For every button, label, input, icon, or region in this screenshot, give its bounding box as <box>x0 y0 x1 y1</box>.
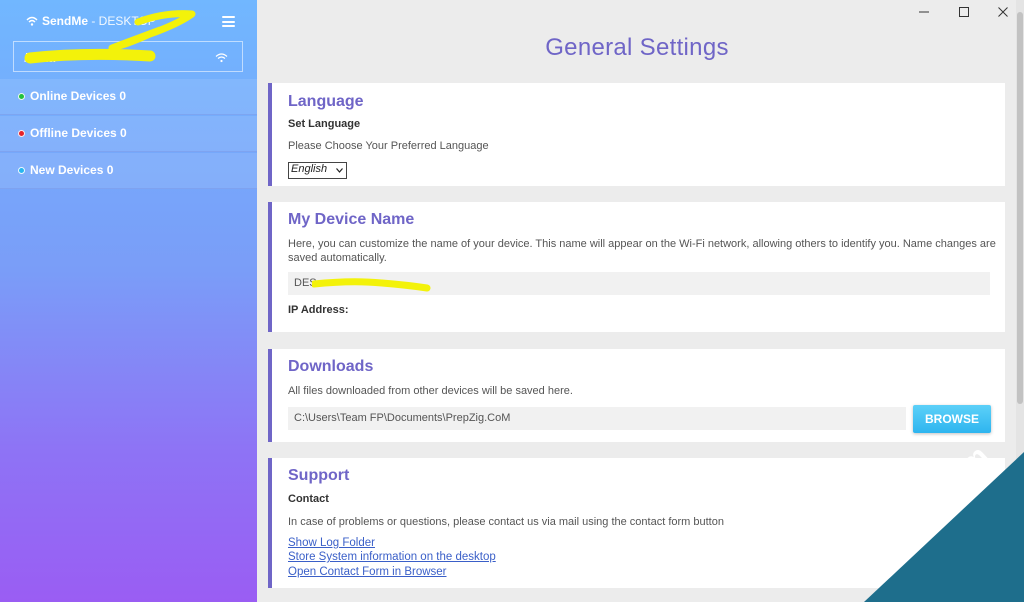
device-name-card: My Device Name Here, you can customize t… <box>268 202 1005 332</box>
language-heading: Language <box>288 93 364 110</box>
device-description: Here, you can customize the name of your… <box>288 238 996 264</box>
new-dot-icon <box>18 167 25 174</box>
show-log-folder-link[interactable]: Show Log Folder <box>288 537 375 549</box>
maximize-icon[interactable] <box>952 4 976 20</box>
support-subheading: Contact <box>288 493 329 505</box>
downloads-heading: Downloads <box>288 358 374 375</box>
sidebar: SendMe - DESKTOP Malta Online Devices 0 … <box>0 0 257 602</box>
download-path-value: C:\Users\Team FP\Documents\PrepZig.CoM <box>294 412 511 424</box>
sidebar-item-online-devices[interactable]: Online Devices 0 <box>0 79 257 115</box>
language-card: Language Set Language Please Choose Your… <box>268 83 1005 186</box>
ip-address-label: IP Address: <box>288 304 349 316</box>
app-name: SendMe <box>42 14 89 28</box>
download-path-field: C:\Users\Team FP\Documents\PrepZig.CoM <box>288 407 906 430</box>
hamburger-menu-icon[interactable] <box>222 16 235 27</box>
sidebar-header: SendMe - DESKTOP <box>0 0 257 42</box>
chevron-down-icon <box>336 168 343 173</box>
downloads-card: Downloads All files downloaded from othe… <box>268 349 1005 442</box>
store-system-info-link[interactable]: Store System information on the desktop <box>288 551 496 563</box>
sidebar-item-label: Online Devices 0 <box>30 89 127 103</box>
host-label: - DESKTOP <box>88 14 156 28</box>
close-icon[interactable] <box>991 4 1015 20</box>
language-selected-value: English <box>291 163 328 175</box>
online-dot-icon <box>18 93 25 100</box>
browse-button[interactable]: BROWSE <box>913 405 991 433</box>
sidebar-item-label: New Devices 0 <box>30 163 114 177</box>
open-contact-form-link[interactable]: Open Contact Form in Browser <box>288 566 447 578</box>
network-name: Malta <box>24 50 56 65</box>
device-heading: My Device Name <box>288 211 415 228</box>
page-title: General Settings <box>545 34 729 61</box>
network-selector[interactable]: Malta <box>13 41 243 72</box>
support-description: In case of problems or questions, please… <box>288 516 724 528</box>
downloads-description: All files downloaded from other devices … <box>288 385 573 397</box>
sidebar-item-new-devices[interactable]: New Devices 0 <box>0 153 257 189</box>
sidebar-item-offline-devices[interactable]: Offline Devices 0 <box>0 116 257 152</box>
language-subheading: Set Language <box>288 118 361 130</box>
app-title: SendMe - DESKTOP <box>42 14 156 28</box>
language-description: Please Choose Your Preferred Language <box>288 140 489 152</box>
wifi-icon <box>26 16 38 26</box>
device-name-value: DES <box>294 277 317 289</box>
scrollbar-thumb[interactable] <box>1017 12 1023 404</box>
minimize-icon[interactable] <box>912 4 936 20</box>
device-name-input[interactable]: DES <box>288 272 990 295</box>
sidebar-item-label: Offline Devices 0 <box>30 126 127 140</box>
network-wifi-icon <box>215 53 228 63</box>
offline-dot-icon <box>18 130 25 137</box>
support-heading: Support <box>288 467 350 484</box>
